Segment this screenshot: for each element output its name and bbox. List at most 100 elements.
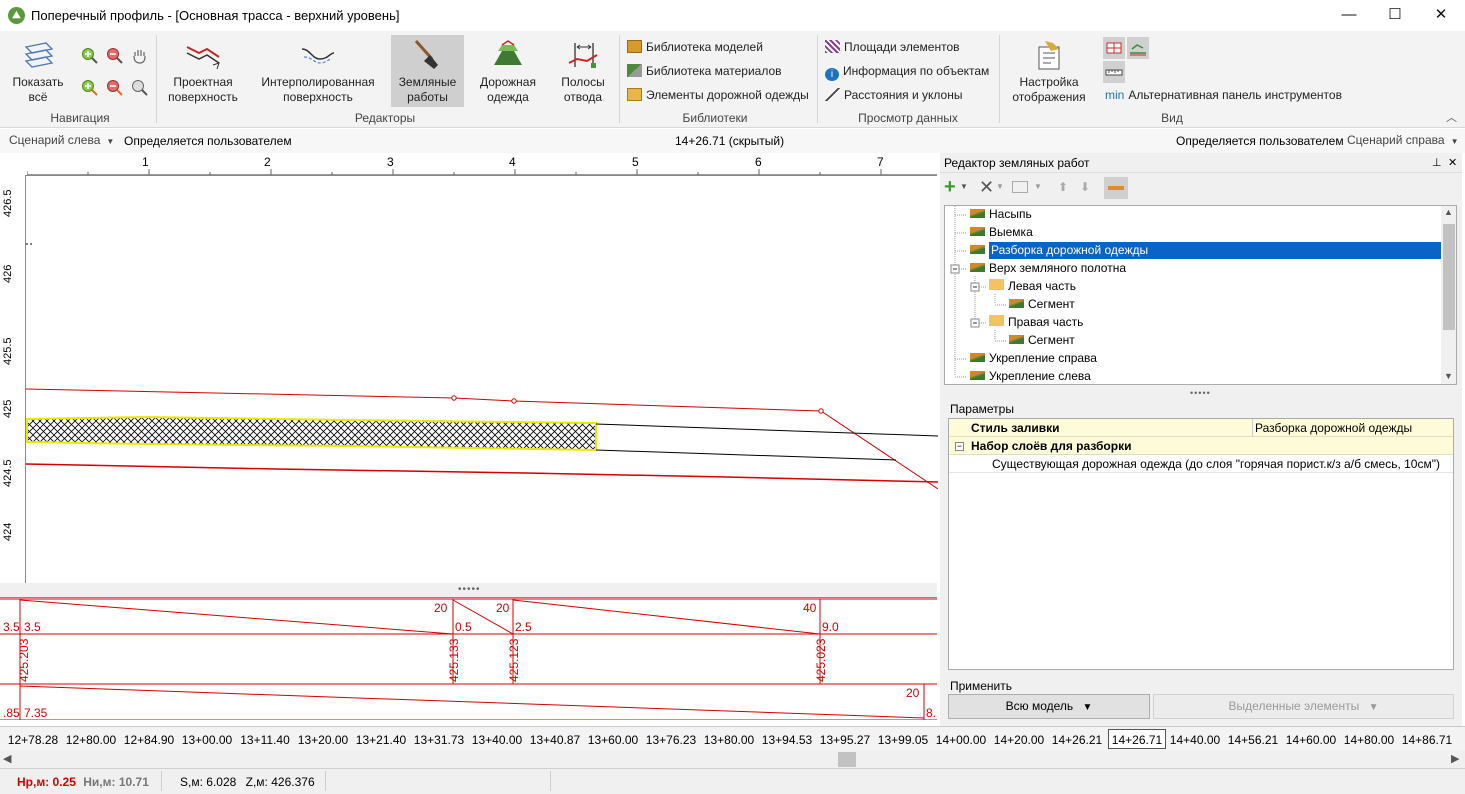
delete-icon[interactable]: ✕ <box>979 177 994 198</box>
station-tab[interactable]: 13+40.87 <box>526 730 584 750</box>
station-tab[interactable]: 13+21.40 <box>352 730 410 750</box>
param-row-layer-set[interactable]: − Набор слоёв для разборки <box>949 437 1453 455</box>
station-tab[interactable]: 14+40.00 <box>1166 730 1224 750</box>
ribbon: Показать всё Навигация Проектная поверхн… <box>0 31 1465 128</box>
tree-scrollbar[interactable]: ▲ ▼ <box>1441 206 1456 384</box>
table-view-toggle[interactable] <box>1103 37 1125 59</box>
tree-item-segment[interactable]: Сегмент <box>1009 296 1075 313</box>
station-tab[interactable]: 12+84.90 <box>120 730 178 750</box>
move-down-icon[interactable]: ⬇ <box>1080 180 1090 194</box>
measure-toggle[interactable] <box>1104 177 1128 199</box>
show-all-button[interactable]: Показать всё <box>6 37 70 105</box>
design-surface-button[interactable]: Проектная поверхность <box>164 37 242 105</box>
pavement-button[interactable]: Дорожная одежда <box>474 37 542 105</box>
station-tab[interactable]: 13+60.00 <box>584 730 642 750</box>
pavement-elements-button[interactable]: Элементы дорожной одежды <box>627 88 809 102</box>
element-areas-button[interactable]: Площади элементов <box>825 40 960 54</box>
pan-hand-icon[interactable] <box>131 47 148 64</box>
station-tab-selected[interactable]: 14+26.71 <box>1108 729 1166 749</box>
tree-item-reinforcement-right[interactable]: Укрепление справа <box>970 350 1097 367</box>
display-settings-button[interactable]: Настройка отображения <box>1007 37 1091 105</box>
scroll-thumb[interactable] <box>838 752 856 767</box>
distances-slopes-button[interactable]: Расстояния и уклоны <box>825 88 962 102</box>
station-tab[interactable]: 14+26.21 <box>1048 730 1106 750</box>
move-up-icon[interactable]: ⬆ <box>1058 180 1068 194</box>
add-icon[interactable]: + <box>944 176 956 199</box>
collapse-ribbon-icon[interactable]: ︿ <box>1446 109 1457 125</box>
station-tab[interactable]: 14+20.00 <box>990 730 1048 750</box>
zoom-extents-icon[interactable] <box>131 79 148 96</box>
tree-item-pavement-removal[interactable]: Разборка дорожной одежды <box>970 242 1443 259</box>
scroll-down-icon[interactable]: ▼ <box>1444 371 1453 381</box>
station-tab[interactable]: 14+80.00 <box>1340 730 1398 750</box>
station-tab[interactable]: 13+40.00 <box>468 730 526 750</box>
pin-icon[interactable]: ⊥ <box>1432 153 1442 173</box>
tree-scroll-thumb[interactable] <box>1443 224 1455 330</box>
station-tab[interactable]: 13+99.05 <box>874 730 932 750</box>
station-tab[interactable]: 13+00.00 <box>178 730 236 750</box>
horizontal-splitter[interactable]: ••••• <box>0 583 937 597</box>
z-value: 426.376 <box>271 775 315 789</box>
scroll-left-icon[interactable]: ◀ <box>3 752 11 765</box>
station-tab[interactable]: 13+95.27 <box>816 730 874 750</box>
minimize-button[interactable]: — <box>1326 0 1372 31</box>
horizontal-scrollbar[interactable]: ◀ ▶ <box>0 751 1465 768</box>
maximize-button[interactable]: ☐ <box>1372 0 1418 31</box>
zoom-out-icon[interactable] <box>106 47 123 64</box>
panel-close-icon[interactable]: ✕ <box>1448 153 1457 173</box>
zoom-in-icon[interactable] <box>81 47 98 64</box>
ruler-top-label: 2 <box>264 155 271 169</box>
zoom-window-in-icon[interactable] <box>81 79 98 96</box>
station-tab[interactable]: 14+56.21 <box>1224 730 1282 750</box>
add-dropdown-icon[interactable]: ▼ <box>960 182 968 191</box>
tree-item-cut[interactable]: Выемка <box>970 224 1033 241</box>
tree-item-right-part[interactable]: Правая часть <box>989 314 1083 331</box>
param-row-layer-item[interactable]: Существующая дорожная одежда (до слоя "г… <box>949 455 1453 473</box>
earthworks-button[interactable]: Земляные работы <box>391 35 464 107</box>
station-tab[interactable]: 13+80.00 <box>700 730 758 750</box>
collapse-icon[interactable]: − <box>955 442 964 451</box>
param-value[interactable]: Разборка дорожной одежды <box>1255 419 1412 437</box>
station-tab[interactable]: 14+00.00 <box>932 730 990 750</box>
distance-label: 20 <box>906 686 920 700</box>
ruler-view-toggle[interactable] <box>1103 61 1125 83</box>
station-tab[interactable]: 12+78.28 <box>4 730 62 750</box>
tree-item-fill[interactable]: Насыпь <box>970 206 1032 223</box>
copy-dropdown-icon[interactable]: ▼ <box>1034 182 1042 191</box>
materials-library-button[interactable]: Библиотека материалов <box>627 64 782 78</box>
apply-selected-button[interactable]: Выделенные элементы ▼ <box>1153 694 1454 719</box>
object-info-button[interactable]: i Информация по объектам <box>825 64 989 81</box>
left-scenario-dropdown[interactable]: Сценарий слева ▼ <box>9 133 114 147</box>
station-tab[interactable]: 12+80.00 <box>62 730 120 750</box>
tree-item-left-part[interactable]: Левая часть <box>989 278 1076 295</box>
station-tab[interactable]: 13+31.73 <box>410 730 468 750</box>
station-tab[interactable]: 13+76.23 <box>642 730 700 750</box>
pavement-elements-icon <box>627 88 642 101</box>
close-button[interactable]: ✕ <box>1418 0 1464 31</box>
profile-view-toggle[interactable] <box>1127 37 1149 59</box>
pavement-removal-hatch[interactable] <box>26 415 597 452</box>
station-tab[interactable]: 14+86.71 <box>1398 730 1456 750</box>
right-scenario-dropdown[interactable]: Сценарий справа ▼ <box>1347 133 1458 147</box>
param-row-fill-style[interactable]: Стиль заливки Разборка дорожной одежды <box>949 419 1453 437</box>
scroll-right-icon[interactable]: ▶ <box>1451 752 1459 765</box>
station-tab[interactable]: 13+94.53 <box>758 730 816 750</box>
right-of-way-button[interactable]: Полосы отвода <box>554 37 612 105</box>
scroll-up-icon[interactable]: ▲ <box>1444 207 1453 217</box>
apply-all-button[interactable]: Всю модель ▼ <box>948 694 1150 719</box>
station-tab[interactable]: 13+11.40 <box>236 730 294 750</box>
tree-item-subgrade-top[interactable]: Верх земляного полотна <box>970 260 1126 277</box>
zoom-window-out-icon[interactable] <box>106 79 123 96</box>
models-library-button[interactable]: Библиотека моделей <box>627 40 763 54</box>
panel-splitter[interactable]: ••••• <box>1190 388 1211 398</box>
tree-item-segment[interactable]: Сегмент <box>1009 332 1075 349</box>
tree-item-reinforcement-left[interactable]: Укрепление слева <box>970 368 1091 384</box>
status-bar: Нр,м: 0.25 Ни,м: 10.71 S,м: 6.028 Z,м: 4… <box>0 768 1465 794</box>
cross-section-canvas[interactable] <box>25 175 938 583</box>
station-tab[interactable]: 14+60.00 <box>1282 730 1340 750</box>
station-tab[interactable]: 13+20.00 <box>294 730 352 750</box>
delete-dropdown-icon[interactable]: ▼ <box>996 182 1004 191</box>
interpolated-surface-button[interactable]: Интерполированная поверхность <box>256 37 380 105</box>
alt-toolbar-button[interactable]: min Альтернативная панель инструментов <box>1105 88 1342 102</box>
copy-icon[interactable] <box>1012 181 1028 193</box>
